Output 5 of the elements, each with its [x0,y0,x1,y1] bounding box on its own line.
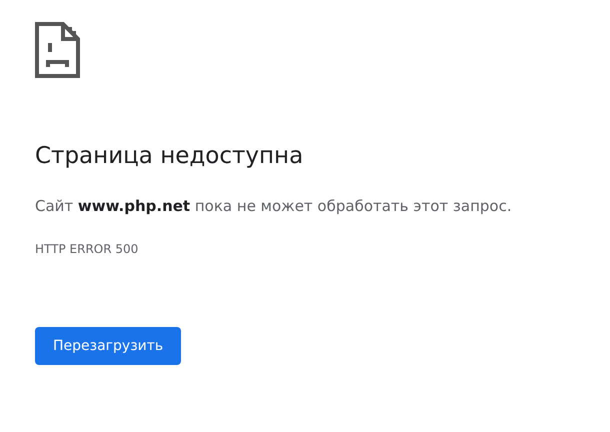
sad-page-icon [35,22,80,78]
error-title: Страница недоступна [35,142,304,171]
error-message: Сайт www.php.net пока не может обработать этот запрос. [35,196,512,217]
error-code: HTTP ERROR 500 [35,241,138,257]
reload-button[interactable]: Перезагрузить [35,327,182,365]
